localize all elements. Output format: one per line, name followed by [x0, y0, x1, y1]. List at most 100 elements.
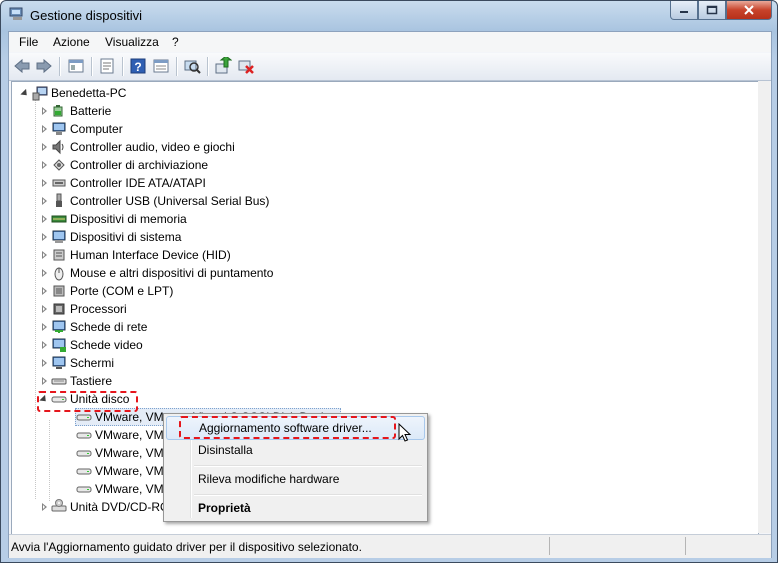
hid-icon — [53, 249, 65, 261]
tree-item[interactable]: Controller audio, video e giochi — [40, 138, 235, 156]
tree-item-label: Processori — [70, 302, 127, 316]
expand-icon[interactable] — [40, 179, 48, 187]
tree-item-label: Controller USB (Universal Serial Bus) — [70, 194, 270, 208]
expand-icon[interactable] — [40, 107, 48, 115]
status-bar: Avvia l'Aggiornamento guidato driver per… — [9, 534, 771, 558]
expand-icon[interactable] — [40, 305, 48, 313]
scan-hardware-icon[interactable] — [183, 57, 201, 75]
tree-item-dvd[interactable]: Unità DVD/CD-RO — [40, 498, 169, 516]
expand-icon[interactable] — [40, 161, 48, 169]
expand-icon[interactable] — [40, 197, 48, 205]
uninstall-icon[interactable] — [237, 57, 255, 75]
disk-item[interactable]: VMware, VMv — [76, 462, 170, 480]
tree-root[interactable]: Benedetta-PC — [21, 84, 126, 102]
disk-drive-icon — [76, 450, 92, 457]
expand-icon[interactable] — [40, 251, 48, 259]
disk-item[interactable]: VMware, VMv — [76, 444, 170, 462]
mouse-icon — [54, 267, 64, 281]
window-title: Gestione dispositivi — [30, 8, 142, 23]
expand-icon[interactable] — [40, 341, 48, 349]
tree-item[interactable]: Dispositivi di sistema — [40, 228, 181, 246]
disk-label: VMware, VMv — [95, 482, 170, 496]
view-icon[interactable] — [152, 57, 170, 75]
menu-properties[interactable]: Proprietà — [166, 497, 423, 519]
expand-icon[interactable] — [40, 269, 48, 277]
keyboard-icon — [51, 378, 67, 385]
device-manager-icon — [9, 7, 23, 20]
tree-item-label: Mouse e altri dispositivi di puntamento — [70, 266, 274, 280]
expand-icon[interactable] — [40, 125, 48, 133]
tree-item-label: Tastiere — [70, 374, 113, 388]
status-text: Avvia l'Aggiornamento guidato driver per… — [11, 540, 362, 554]
storage-controller-icon — [53, 159, 65, 171]
help-icon[interactable]: ? — [129, 57, 147, 75]
monitor-icon — [52, 356, 66, 369]
menu-uninstall[interactable]: Disinstalla — [166, 439, 423, 461]
expand-icon[interactable] — [40, 323, 48, 331]
expand-icon[interactable] — [40, 143, 48, 151]
tree-item[interactable]: Computer — [40, 120, 123, 138]
disk-item[interactable]: VMware, VMv — [76, 480, 170, 498]
tree-item[interactable]: Controller IDE ATA/ATAPI — [40, 174, 206, 192]
menu-azione[interactable]: Azione — [53, 35, 90, 49]
tree-item[interactable]: Human Interface Device (HID) — [40, 246, 231, 264]
tree-item[interactable]: Schede video — [40, 336, 143, 354]
expand-icon[interactable] — [40, 377, 48, 385]
tree-root-label: Benedetta-PC — [51, 86, 127, 100]
menu-properties-label: Proprietà — [198, 501, 251, 515]
network-adapter-icon — [52, 320, 66, 333]
tree-item[interactable]: Processori — [40, 300, 127, 318]
tree-item-label: Schede video — [70, 338, 143, 352]
title-bar[interactable]: Gestione dispositivi — [1, 1, 777, 31]
tree-item[interactable]: Batterie — [40, 102, 111, 120]
highlight-unita-disco — [37, 391, 138, 412]
menu-scan-hardware[interactable]: Rileva modifiche hardware — [166, 468, 423, 490]
tree-item-label: Schermi — [70, 356, 115, 370]
properties-icon[interactable] — [98, 57, 116, 75]
highlight-update-driver — [179, 416, 396, 439]
vertical-scrollbar[interactable] — [758, 81, 770, 533]
back-icon[interactable] — [13, 57, 31, 75]
forward-icon[interactable] — [35, 57, 53, 75]
memory-icon — [51, 215, 67, 223]
expand-icon[interactable] — [40, 233, 48, 241]
menu-file[interactable]: File — [19, 35, 38, 49]
menu-help[interactable]: ? — [172, 35, 179, 49]
processor-icon — [53, 303, 65, 315]
menu-visualizza[interactable]: Visualizza — [105, 35, 159, 49]
system-devices-icon — [52, 230, 66, 243]
tree-item-label: Dispositivi di memoria — [70, 212, 187, 226]
tree-item-label: Human Interface Device (HID) — [70, 248, 231, 262]
tree-item[interactable]: Porte (COM e LPT) — [40, 282, 173, 300]
tree-item[interactable]: Controller di archiviazione — [40, 156, 208, 174]
tree-item-label: Dispositivi di sistema — [70, 230, 182, 244]
expand-icon[interactable] — [40, 359, 48, 367]
tree-item[interactable]: Dispositivi di memoria — [40, 210, 187, 228]
svg-text:?: ? — [134, 60, 141, 74]
tree-item[interactable]: Mouse e altri dispositivi di puntamento — [40, 264, 273, 282]
tree-item-label: Controller audio, video e giochi — [70, 140, 235, 154]
expand-icon[interactable] — [40, 215, 48, 223]
tree-item-label: Computer — [70, 122, 123, 136]
usb-icon — [56, 193, 62, 207]
disk-label: VMware, VMv — [95, 464, 170, 478]
tree-item[interactable]: Schede di rete — [40, 318, 147, 336]
ports-icon — [53, 285, 65, 297]
disk-item[interactable]: VMware, VMv — [76, 426, 170, 444]
tree-item[interactable]: Tastiere — [40, 372, 112, 390]
expand-icon[interactable] — [40, 503, 48, 511]
tree-item[interactable]: Controller USB (Universal Serial Bus) — [40, 192, 269, 210]
battery-icon — [53, 105, 63, 117]
update-driver-icon[interactable] — [214, 57, 232, 75]
display-adapter-icon — [52, 338, 66, 352]
mouse-cursor-icon — [398, 423, 412, 442]
show-hide-tree-icon[interactable] — [67, 57, 85, 75]
maximize-button[interactable] — [698, 1, 726, 20]
minimize-button[interactable] — [670, 1, 698, 20]
tree-item-label: Controller IDE ATA/ATAPI — [70, 176, 206, 190]
collapse-icon[interactable] — [21, 89, 29, 97]
disk-label: VMware, VMv — [95, 428, 170, 442]
close-button[interactable] — [726, 1, 772, 20]
tree-item[interactable]: Schermi — [40, 354, 114, 372]
expand-icon[interactable] — [40, 287, 48, 295]
